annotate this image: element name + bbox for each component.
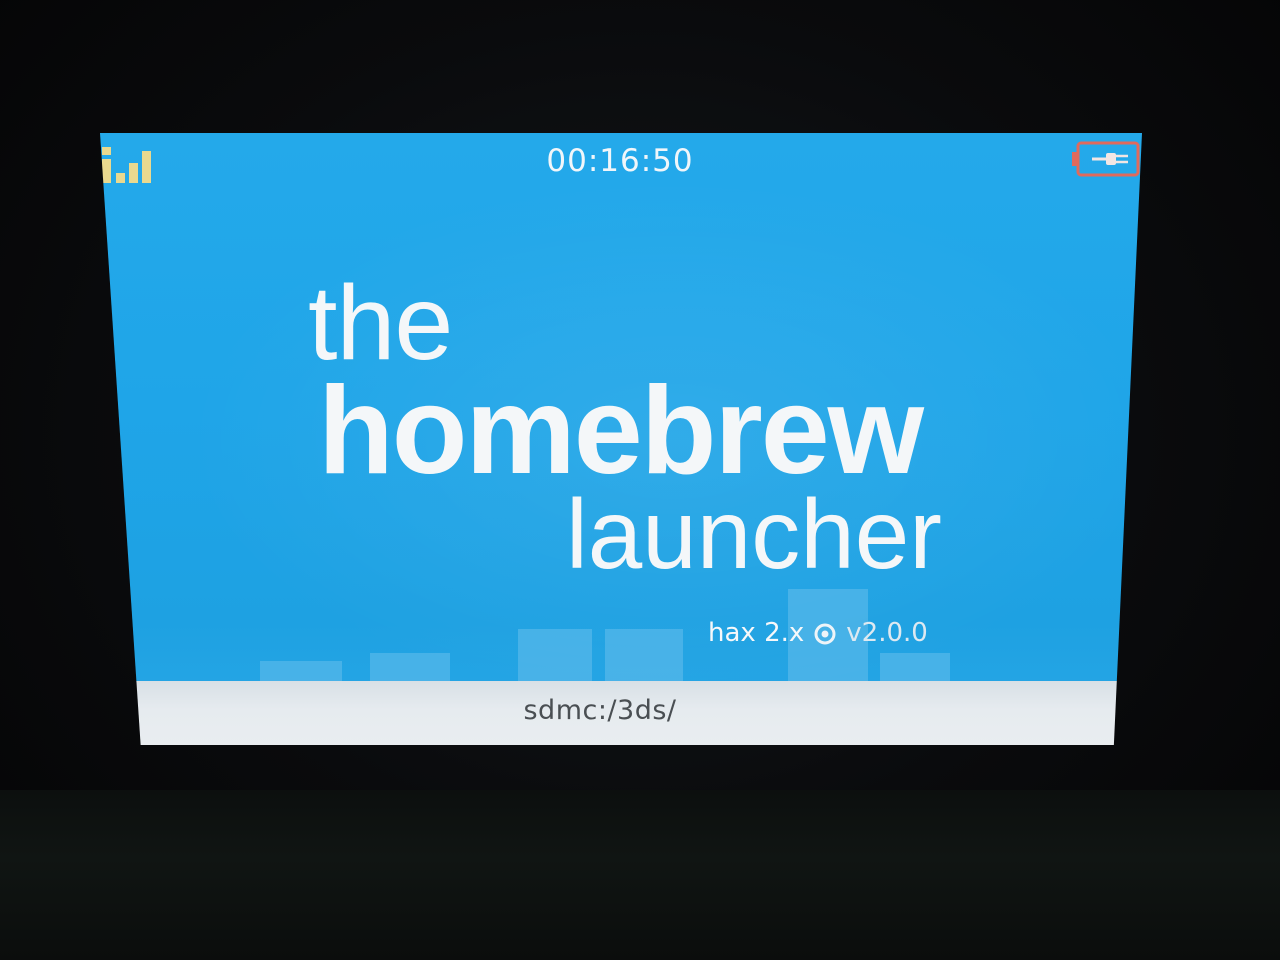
top-screen: 00:16:50 the homebrew launcher hax 2.x v… xyxy=(100,133,1142,745)
target-icon xyxy=(814,622,836,644)
launcher-version: v2.0.0 xyxy=(846,618,928,648)
version-info: hax 2.x v2.0.0 xyxy=(708,618,928,648)
logo-line-launcher: launcher xyxy=(566,479,942,589)
current-path: sdmc:/3ds/ xyxy=(523,695,677,726)
path-bar: sdmc:/3ds/ xyxy=(100,681,1142,745)
device-lower-body xyxy=(0,790,1280,960)
logo-line-homebrew: homebrew xyxy=(318,362,923,500)
logo-line-the: the xyxy=(308,264,453,382)
homebrew-launcher-logo: the homebrew launcher xyxy=(100,133,1142,745)
hax-version: hax 2.x xyxy=(708,618,805,648)
